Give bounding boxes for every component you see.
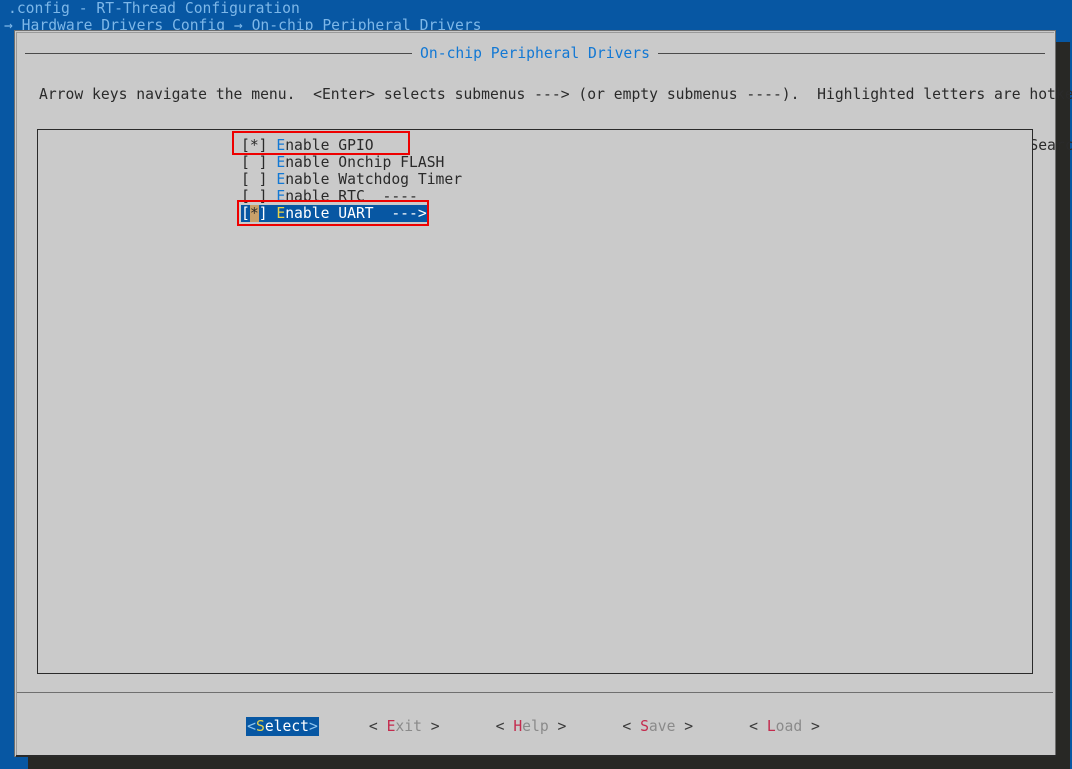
menu-item-hotkey: E [276, 154, 286, 171]
button-close-bracket: > [548, 718, 567, 735]
menu-row-container: [ ] Enable Onchip FLASH [241, 154, 941, 171]
button-label: elect [264, 718, 310, 735]
menu-item-label: nable Watchdog Timer [285, 171, 463, 188]
menu-row-container: [*] Enable UART ---> [241, 205, 941, 222]
menu-item-label: nable UART ---> [285, 205, 427, 222]
button-close-bracket: > [675, 718, 694, 735]
menu-item-hotkey: E [276, 205, 286, 222]
button-label: elp [522, 718, 549, 735]
terminal-window-title: .config - RT-Thread Configuration [8, 0, 300, 17]
dialog-bottom-rule [16, 755, 1056, 757]
menu-item-eable-rtc[interactable]: [ ] Enable RTC ---- [241, 188, 418, 205]
menu-item-hotkey: E [276, 188, 286, 205]
menu-item-label: nable RTC ---- [285, 188, 418, 205]
button-bar-separator [17, 692, 1053, 693]
menu-row-container: [ ] Enable RTC ---- [241, 188, 941, 205]
menu-item-eable-watchdog-timer[interactable]: [ ] Enable Watchdog Timer [241, 171, 462, 188]
button-label: xit [395, 718, 422, 735]
checkbox-open-bracket: [ [241, 205, 250, 222]
menu-row-container: [ ] Enable Watchdog Timer [241, 171, 941, 188]
button-close-bracket: > [421, 718, 440, 735]
load-button[interactable]: < Load > [749, 717, 820, 736]
exit-button[interactable]: < Exit > [369, 717, 440, 736]
help-button[interactable]: < Help > [496, 717, 567, 736]
checkbox-state: [ ] [241, 171, 268, 188]
button-hotkey: L [766, 718, 776, 735]
button-hotkey: H [513, 718, 523, 735]
button-open-bracket: < [622, 718, 641, 735]
menu-list: [*] Enable GPIO[ ] Enable Onchip FLASH[ … [241, 137, 941, 222]
menuconfig-dialog: On-chip Peripheral Drivers Arrow keys na… [14, 30, 1072, 757]
menu-item-label: nable Onchip FLASH [285, 154, 445, 171]
button-open-bracket: < [495, 718, 514, 735]
checkbox-close-bracket: ] [258, 205, 268, 222]
cursor-block: * [249, 205, 259, 222]
menu-item-hotkey: E [276, 171, 286, 188]
menu-item-eable-uart[interactable]: [*] Enable UART ---> [241, 205, 429, 222]
save-button[interactable]: < Save > [622, 717, 693, 736]
button-open-bracket: < [247, 718, 256, 735]
button-label: ave [648, 718, 676, 735]
menu-item-eable-gpio[interactable]: [*] Enable GPIO [241, 137, 374, 154]
select-button[interactable]: <Select> [246, 717, 319, 736]
help-line-1: Arrow keys navigate the menu. <Enter> se… [39, 86, 1072, 103]
menu-row-container: [*] Enable GPIO [241, 137, 941, 154]
menu-item-eable-onchip-flash[interactable]: [ ] Enable Onchip FLASH [241, 154, 444, 171]
button-label: oad [775, 718, 803, 735]
button-bar: <Select> < Exit > < Help > < Save > < Load > [15, 717, 1057, 736]
checkbox-state: [*] [241, 137, 268, 154]
button-close-bracket: > [802, 718, 820, 735]
button-hotkey: S [255, 718, 265, 735]
menu-list-frame: [*] Enable GPIO[ ] Enable Onchip FLASH[ … [37, 129, 1033, 674]
menu-item-hotkey: E [276, 137, 286, 154]
menu-item-label: nable GPIO [285, 137, 374, 154]
checkbox-state: [ ] [241, 188, 268, 205]
checkbox-state: [ ] [241, 154, 268, 171]
button-hotkey: S [640, 718, 649, 735]
button-open-bracket: < [749, 718, 767, 735]
button-open-bracket: < [368, 718, 387, 735]
button-close-bracket: > [309, 718, 318, 735]
